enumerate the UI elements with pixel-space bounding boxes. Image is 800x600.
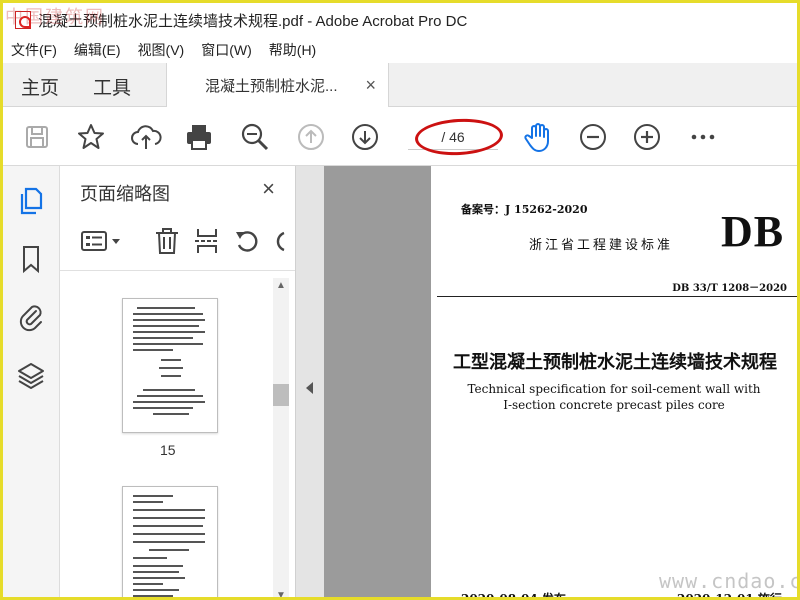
db-logo: DB (721, 207, 785, 256)
thumbnail-toolbar (80, 224, 295, 258)
hand-tool-icon[interactable] (522, 121, 554, 153)
panel-divider (60, 270, 295, 271)
title-en-line-2: I-section concrete precast piles core (503, 398, 725, 412)
thumbnail-text-line (133, 557, 167, 559)
record-number: 备案号：J 15262-2020 (461, 203, 588, 216)
bookmarks-icon[interactable] (17, 244, 45, 274)
thumbnail-text-line (133, 517, 205, 519)
thumbnail-text-line (153, 413, 189, 415)
more-icon[interactable] (687, 121, 719, 153)
page-up-icon[interactable] (295, 121, 327, 153)
thumbnail-text-line (133, 589, 179, 591)
thumbnail-text-line (133, 501, 163, 503)
panel-close-icon[interactable]: × (262, 176, 275, 202)
red-annotation-ellipse (414, 116, 504, 158)
thumbnail-text-line (137, 395, 203, 397)
tab-document[interactable]: 混凝土预制桩水泥... × (166, 63, 389, 107)
thumbnail-text-line (133, 583, 163, 585)
left-nav-strip (3, 166, 60, 597)
thumbnail-text-line (133, 407, 193, 409)
document-title-cn: 工型混凝土预制桩水泥土连续墙技术规程 (453, 352, 777, 373)
standard-category: 浙江省工程建设标准 (529, 238, 674, 253)
collapse-arrow-icon[interactable] (306, 382, 313, 394)
thumbnail-options-icon[interactable] (80, 226, 124, 256)
thumbnail-text-line (133, 565, 183, 567)
rotate-page-clockwise-icon[interactable] (272, 226, 292, 256)
rotate-page-icon[interactable] (232, 226, 262, 256)
document-page: 备案号：J 15262-2020 浙江省工程建设标准 DB DB 33/T 12… (431, 166, 797, 600)
toolbar: / 46 (3, 108, 797, 166)
thumbnail-text-line (133, 313, 203, 315)
tab-bar: 主页 工具 混凝土预制桩水泥... × (3, 63, 797, 107)
menu-window[interactable]: 窗口(W) (201, 40, 252, 60)
page-thumbnail-15[interactable] (122, 298, 218, 433)
panel-title: 页面缩略图 (80, 184, 170, 204)
document-title-en: Technical specification for soil-cement … (431, 381, 797, 413)
zoom-search-icon[interactable] (239, 121, 271, 153)
thumbnail-text-line (133, 325, 199, 327)
thumbnail-text-line (133, 401, 205, 403)
implementation-date: 2020-12-01 施行 (677, 592, 782, 600)
thumbnail-text-line (133, 319, 205, 321)
zoom-in-icon[interactable] (631, 121, 663, 153)
thumbnail-text-line (133, 541, 205, 543)
issue-date: 2020-08-04 发布 (461, 592, 566, 600)
app-window: 混凝土预制桩水泥土连续墙技术规程.pdf - Adobe Acrobat Pro… (0, 0, 800, 600)
thumbnail-text-line (159, 367, 183, 369)
attachments-icon[interactable] (17, 302, 45, 332)
page-down-icon[interactable] (349, 121, 381, 153)
thumbnail-text-line (133, 349, 173, 351)
tab-tools[interactable]: 工具 (93, 73, 131, 100)
thumbnail-text-line (133, 533, 205, 535)
extract-pages-icon[interactable] (192, 226, 222, 256)
thumbnail-page-number: 15 (160, 442, 176, 458)
thumbnail-text-line (149, 549, 189, 551)
thumbnail-text-line (133, 525, 203, 527)
thumbnail-text-line (161, 375, 181, 377)
thumbnail-panel: 页面缩略图 × 15 ▲ ▼ (60, 166, 295, 597)
print-icon[interactable] (183, 121, 215, 153)
panel-collapse-bar[interactable] (295, 166, 324, 597)
menu-view[interactable]: 视图(V) (138, 40, 185, 60)
menu-bar: 文件(F) 编辑(E) 视图(V) 窗口(W) 帮助(H) (3, 37, 797, 63)
thumbnail-text-line (133, 509, 205, 511)
thumbnail-text-line (161, 359, 181, 361)
thumbnail-text-line (133, 331, 205, 333)
menu-edit[interactable]: 编辑(E) (74, 40, 121, 60)
menu-file[interactable]: 文件(F) (11, 40, 57, 60)
layers-icon[interactable] (17, 360, 45, 390)
zoom-out-icon[interactable] (577, 121, 609, 153)
standard-number: DB 33/T 1208－2020 (672, 283, 787, 294)
thumbnail-text-line (133, 595, 173, 597)
thumbnail-text-line (143, 389, 195, 391)
acrobat-pdf-icon (15, 11, 31, 29)
thumbnail-text-line (133, 571, 179, 573)
title-en-line-1: Technical specification for soil-cement … (467, 382, 761, 396)
bookmark-star-icon[interactable] (75, 121, 107, 153)
scrollbar-thumb[interactable] (273, 384, 289, 406)
tab-document-label: 混凝土预制桩水泥... (205, 77, 338, 95)
thumbnail-text-line (133, 343, 203, 345)
tab-home[interactable]: 主页 (21, 73, 59, 100)
thumbnail-text-line (133, 577, 185, 579)
cloud-upload-icon[interactable] (130, 121, 162, 153)
title-bar: 混凝土预制桩水泥土连续墙技术规程.pdf - Adobe Acrobat Pro… (3, 3, 797, 37)
thumbnail-text-line (133, 337, 193, 339)
header-rule (437, 296, 797, 297)
scroll-down-icon[interactable]: ▼ (276, 590, 286, 597)
thumbnail-text-line (133, 495, 173, 497)
scroll-up-icon[interactable]: ▲ (276, 280, 286, 291)
thumbnail-scrollbar[interactable]: ▲ ▼ (273, 278, 289, 597)
page-thumbnails-icon[interactable] (17, 186, 45, 216)
page-thumbnail-16[interactable] (122, 486, 218, 597)
tab-close-icon[interactable]: × (365, 75, 376, 96)
save-icon[interactable] (21, 121, 53, 153)
thumbnail-text-line (137, 307, 195, 309)
delete-page-icon[interactable] (152, 226, 182, 256)
window-title: 混凝土预制桩水泥土连续墙技术规程.pdf - Adobe Acrobat Pro… (38, 12, 468, 30)
menu-help[interactable]: 帮助(H) (269, 40, 316, 60)
